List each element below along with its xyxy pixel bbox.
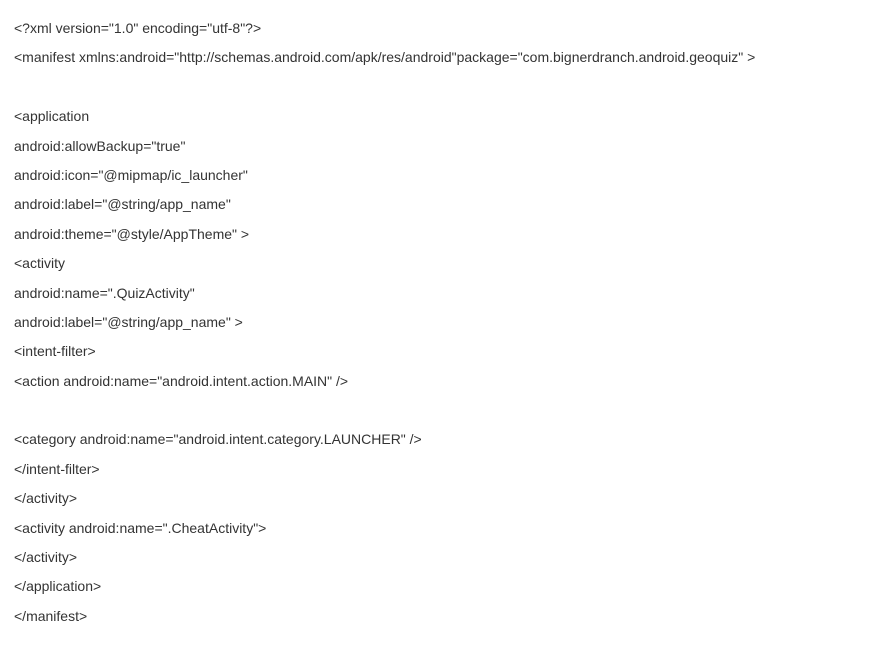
code-line: <activity	[14, 249, 863, 278]
code-line: <application	[14, 102, 863, 131]
code-line: android:theme="@style/AppTheme" >	[14, 220, 863, 249]
code-line: android:icon="@mipmap/ic_launcher"	[14, 161, 863, 190]
blank-line	[14, 396, 863, 425]
code-line: <manifest xmlns:android="http://schemas.…	[14, 43, 863, 72]
code-line: </activity>	[14, 543, 863, 572]
code-line: android:label="@string/app_name" >	[14, 308, 863, 337]
code-line: android:allowBackup="true"	[14, 132, 863, 161]
code-line: </manifest>	[14, 602, 863, 631]
blank-line	[14, 73, 863, 102]
code-line: <intent-filter>	[14, 337, 863, 366]
code-line: android:label="@string/app_name"	[14, 190, 863, 219]
code-line: </intent-filter>	[14, 455, 863, 484]
code-line: <activity android:name=".CheatActivity">	[14, 514, 863, 543]
code-block: <?xml version="1.0" encoding="utf-8"?> <…	[14, 14, 863, 631]
code-line: <category android:name="android.intent.c…	[14, 425, 863, 454]
code-line: <?xml version="1.0" encoding="utf-8"?>	[14, 14, 863, 43]
code-line: <action android:name="android.intent.act…	[14, 367, 863, 396]
code-line: </activity>	[14, 484, 863, 513]
code-line: android:name=".QuizActivity"	[14, 279, 863, 308]
code-line: </application>	[14, 572, 863, 601]
